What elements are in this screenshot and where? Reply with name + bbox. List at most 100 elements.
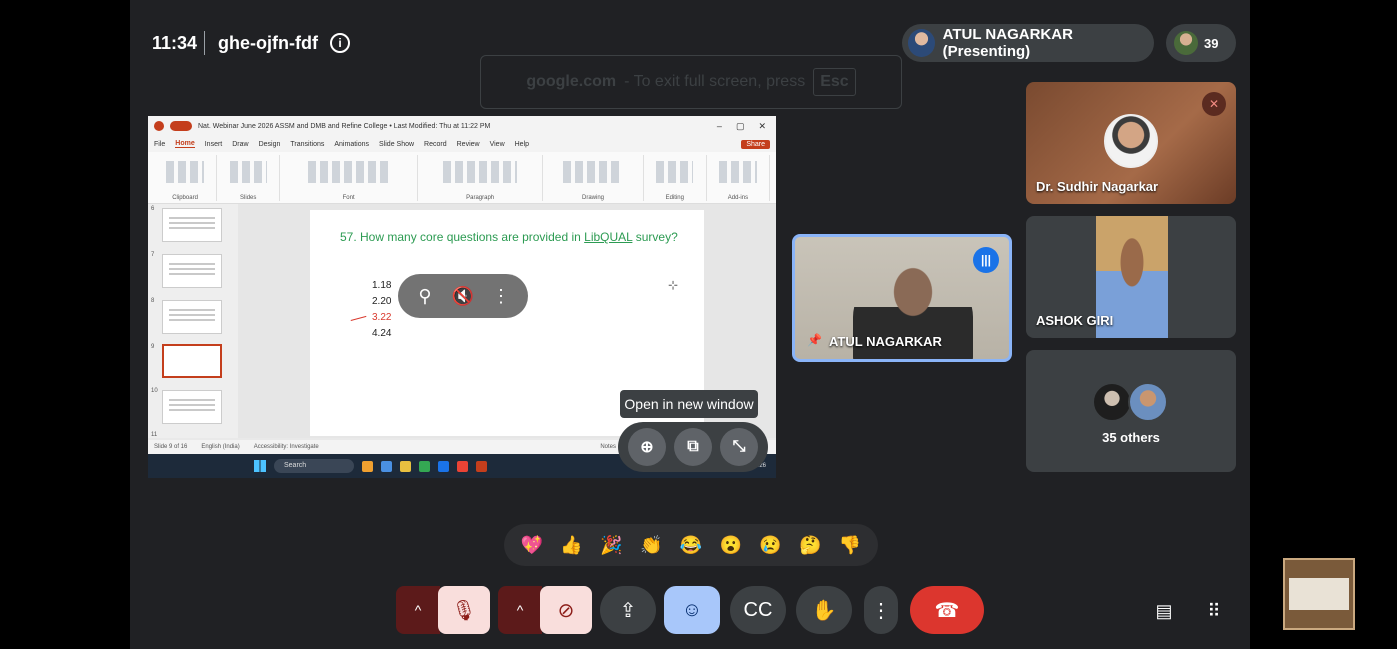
channel-watermark	[1283, 558, 1355, 630]
taskbar-search: Search	[274, 459, 354, 473]
ppt-tab-file: File	[154, 140, 166, 148]
thumb-number: 10	[151, 388, 158, 394]
ribbon-group-slides: Slides	[217, 155, 281, 201]
tile-sudhir[interactable]: ✕ Dr. Sudhir Nagarkar	[1026, 82, 1236, 204]
ppt-tab-view: View	[489, 140, 505, 148]
taskbar-app-icon	[381, 460, 392, 472]
tile-others[interactable]: 35 others	[1026, 350, 1236, 472]
ppt-tab-animations: Animations	[334, 140, 370, 148]
speaking-indicator-icon: |||	[973, 247, 999, 273]
status-notes: Notes	[600, 444, 616, 450]
tooltip-open-new-window: Open in new window	[620, 390, 758, 418]
maximize-icon: ▢	[735, 120, 745, 131]
autosave-toggle	[170, 121, 192, 131]
taskbar-powerpoint-icon	[476, 460, 487, 472]
ribbon-group-addins: Add-ins	[707, 155, 770, 201]
leave-call-button[interactable]: ☎	[910, 586, 984, 634]
presenter-avatar	[908, 29, 935, 57]
reaction-thumbs-down[interactable]: 👎	[837, 532, 863, 558]
thumb-number: 6	[151, 206, 155, 212]
status-accessibility: Accessibility: Investigate	[253, 444, 319, 450]
ribbon-group-font: Font	[280, 155, 418, 201]
reaction-party[interactable]: 🎉	[598, 532, 624, 558]
meeting-code: ghe-ojfn-fdf	[218, 33, 318, 53]
ppt-tab-transitions: Transitions	[290, 140, 325, 148]
reaction-heart[interactable]: 💖	[519, 532, 545, 558]
tile-name: ATUL NAGARKAR	[829, 334, 942, 349]
answer-option: 1.18	[372, 280, 392, 291]
ppt-share-button: Share	[741, 139, 770, 149]
slide-thumbnail	[162, 390, 222, 424]
more-options-button[interactable]: ⋮	[864, 586, 898, 634]
ppt-tab-review: Review	[456, 140, 480, 148]
tile-presenter[interactable]: ||| 📌 ATUL NAGARKAR	[792, 234, 1012, 362]
slide-thumbnail	[162, 208, 222, 242]
reaction-surprised[interactable]: 😮	[718, 532, 744, 558]
thumb-number: 8	[151, 298, 155, 304]
header-divider	[204, 31, 205, 55]
people-button[interactable]: 39	[1166, 24, 1236, 62]
taskbar-app-icon	[457, 460, 468, 472]
powerpoint-logo-icon	[154, 121, 164, 131]
slide-thumbnail-selected	[162, 344, 222, 378]
mute-presentation-icon[interactable]: 🔇	[448, 281, 478, 311]
exit-fullscreen-icon[interactable]: ⤡	[720, 428, 758, 466]
slide-thumbnail	[162, 254, 222, 288]
participant-count: 39	[1204, 35, 1219, 51]
ribbon-group-paragraph: Paragraph	[418, 155, 544, 201]
fullscreen-message: - To exit full screen, press	[624, 73, 806, 90]
tile-name: Dr. Sudhir Nagarkar	[1036, 179, 1159, 194]
answer-option-marked: 3.22	[372, 312, 392, 323]
ppt-tab-draw: Draw	[232, 140, 249, 148]
ppt-tab-record: Record	[424, 140, 447, 148]
reaction-clap[interactable]: 👏	[638, 532, 664, 558]
open-new-window-icon[interactable]: ⧉	[674, 428, 712, 466]
ribbon-group-drawing: Drawing	[543, 155, 644, 201]
question-suffix: survey?	[632, 230, 678, 244]
more-options-icon[interactable]: ⋮	[486, 281, 516, 311]
chat-button[interactable]: ▤	[1146, 593, 1182, 629]
ppt-file-title: Nat. Webinar June 2026 ASSM and DMB and …	[198, 122, 491, 130]
reaction-thinking[interactable]: 🤔	[797, 532, 823, 558]
reaction-joy[interactable]: 😂	[678, 532, 704, 558]
question-text: 57. How many core questions are provided…	[340, 230, 585, 244]
other-avatar	[1092, 382, 1132, 422]
captions-button[interactable]: CC	[730, 586, 786, 634]
meet-stage: 11:34 ghe-ojfn-fdf i google.com - To exi…	[130, 0, 1250, 649]
info-icon[interactable]: i	[330, 33, 350, 53]
presenter-chip-label: ATUL NAGARKAR (Presenting)	[942, 26, 1073, 60]
activities-button[interactable]: ⠿	[1196, 593, 1232, 629]
mic-options-button[interactable]: ^	[396, 586, 440, 634]
clock: 11:34	[152, 33, 198, 53]
thumb-number: 9	[151, 344, 155, 350]
status-language: English (India)	[201, 444, 240, 450]
send-reaction-button[interactable]: ☺	[664, 586, 720, 634]
mic-off-button[interactable]: 🎙	[438, 586, 490, 634]
zoom-in-icon[interactable]: ⊕	[628, 428, 666, 466]
ppt-tab-slideshow: Slide Show	[379, 140, 415, 148]
thumb-number: 7	[151, 252, 155, 258]
tile-ashok[interactable]: ASHOK GIRI	[1026, 216, 1236, 338]
reaction-cry[interactable]: 😢	[757, 532, 783, 558]
tile-name: ASHOK GIRI	[1036, 313, 1114, 328]
people-avatar-icon	[1174, 31, 1198, 55]
unpin-icon[interactable]: ⚲	[410, 281, 440, 311]
presenter-chip[interactable]: ATUL NAGARKAR (Presenting)	[902, 24, 1154, 62]
reaction-thumbs-up[interactable]: 👍	[559, 532, 585, 558]
others-count: 35 others	[1102, 430, 1160, 445]
answer-option: 2.20	[372, 296, 392, 307]
windows-start-icon	[254, 460, 266, 472]
camera-off-button[interactable]: ⊘	[540, 586, 592, 634]
taskbar-app-icon	[438, 460, 449, 472]
other-avatar	[1128, 382, 1168, 422]
close-icon: ✕	[758, 120, 766, 131]
mouse-cursor-icon: ⊹	[668, 278, 679, 292]
fullscreen-banner: google.com - To exit full screen, press …	[480, 55, 902, 109]
window-controls: – ▢ ✕	[717, 121, 776, 132]
sudhir-avatar	[1104, 114, 1158, 168]
raise-hand-button[interactable]: ✋	[796, 586, 852, 634]
fullscreen-host: google.com	[526, 73, 617, 90]
status-slide-count: Slide 9 of 16	[154, 444, 188, 450]
camera-options-button[interactable]: ^	[498, 586, 542, 634]
present-screen-button[interactable]: ⇪	[600, 586, 656, 634]
